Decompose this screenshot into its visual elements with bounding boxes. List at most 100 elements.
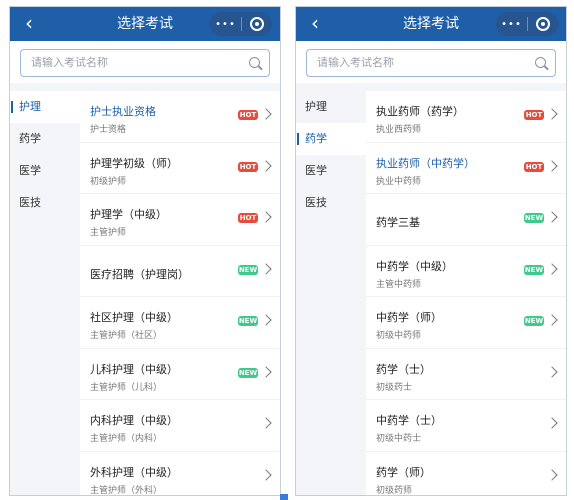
exam-title: 中药学（师） <box>376 311 442 324</box>
sidebar-item-nursing[interactable]: 护理 <box>10 91 80 123</box>
list-item[interactable]: 社区护理（中级） 主管护师（社区） NEW <box>80 297 280 349</box>
chevron-right-icon <box>546 468 558 481</box>
exam-title: 执业药师（药学） <box>376 105 464 118</box>
chevron-right-icon <box>546 417 558 429</box>
chevron-right-icon <box>260 314 272 326</box>
chevron-right-icon <box>260 417 272 429</box>
new-badge: NEW <box>524 213 544 223</box>
exam-title: 外科护理（中级） <box>90 465 178 479</box>
exam-title: 儿科护理（中级） <box>90 362 178 376</box>
exam-title: 中药学（中级） <box>376 259 453 273</box>
new-badge: NEW <box>238 367 258 378</box>
title-bar: ‹ 选择考试 ••• <box>10 7 280 41</box>
search-box[interactable]: 请输入考试名称 <box>306 49 556 77</box>
chevron-right-icon <box>260 468 272 481</box>
exam-title: 中药学（士） <box>376 414 442 427</box>
more-icon[interactable]: ••• <box>496 19 527 30</box>
list-item[interactable]: 药学（士） 初级药士 <box>366 349 566 400</box>
search-input[interactable]: 请输入考试名称 <box>317 50 394 76</box>
chevron-right-icon <box>546 262 558 275</box>
exam-title: 执业药师（中药学） <box>376 156 475 170</box>
list-item[interactable]: 药学三基 NEW <box>366 194 566 246</box>
list-item[interactable]: 执业药师（药学） 执业西药师 HOT <box>366 91 566 143</box>
new-badge: NEW <box>524 264 544 275</box>
exam-subtitle: 初级护师 <box>90 176 127 187</box>
chevron-right-icon <box>260 211 272 223</box>
sidebar-item-pharmacy[interactable]: 药学 <box>296 123 366 155</box>
exam-title: 护士执业资格 <box>90 105 156 118</box>
hot-badge: HOT <box>238 161 258 172</box>
exam-title: 医疗招聘（护理岗） <box>90 267 189 281</box>
hot-badge: HOT <box>524 161 544 172</box>
exam-subtitle: 初级药师 <box>376 485 413 496</box>
chevron-right-icon <box>260 108 272 120</box>
chevron-right-icon <box>546 365 558 378</box>
sidebar-item-medicine[interactable]: 医学 <box>10 155 80 187</box>
more-icon[interactable]: ••• <box>210 19 241 30</box>
exam-list: 执业药师（药学） 执业西药师 HOT 执业药师（中药学） 执业中药师 HOT 药… <box>366 91 566 495</box>
search-icon[interactable] <box>249 57 260 68</box>
mini-program-capsule: ••• <box>496 12 558 36</box>
new-badge: NEW <box>238 316 258 326</box>
exam-title: 药学（士） <box>376 362 431 376</box>
list-item[interactable]: 儿科护理（中级） 主管护师（儿科） NEW <box>80 349 280 400</box>
exam-subtitle: 主管护师 <box>90 228 127 238</box>
list-item[interactable]: 护士执业资格 护士资格 HOT <box>80 91 280 143</box>
chevron-right-icon <box>546 314 558 326</box>
close-target-icon[interactable] <box>528 17 558 31</box>
sidebar-item-nursing[interactable]: 护理 <box>296 91 366 123</box>
list-item[interactable]: 药学（师） 初级药师 <box>366 452 566 496</box>
exam-subtitle: 执业中药师 <box>376 176 422 187</box>
mini-program-capsule: ••• <box>210 12 272 36</box>
chevron-right-icon <box>260 365 272 378</box>
exam-subtitle: 初级中药师 <box>376 331 422 341</box>
chevron-right-icon <box>546 159 558 172</box>
section-divider <box>10 83 280 91</box>
hot-badge: HOT <box>238 110 258 120</box>
list-item[interactable]: 中药学（中级） 主管中药师 NEW <box>366 246 566 297</box>
list-item[interactable]: 外科护理（中级） 主管护师（外科） <box>80 452 280 496</box>
exam-subtitle: 主管护师（外科） <box>90 485 163 496</box>
sidebar-item-medicine[interactable]: 医学 <box>296 155 366 187</box>
left-screen: ‹ 选择考试 ••• 请输入考试名称 护理 药学 医学 医技 护士执业资格 护士… <box>9 6 281 496</box>
section-divider <box>296 83 566 91</box>
category-sidebar: 护理 药学 医学 医技 <box>10 91 80 495</box>
list-item[interactable]: 中药学（士） 初级中药士 <box>366 400 566 452</box>
exam-title: 内科护理（中级） <box>90 414 178 427</box>
exam-subtitle: 护士资格 <box>90 125 127 135</box>
scroll-handle[interactable] <box>280 494 288 500</box>
list-item[interactable]: 护理学（中级） 主管护师 HOT <box>80 194 280 246</box>
exam-title: 药学三基 <box>376 216 420 229</box>
exam-title: 护理学初级（师） <box>90 156 178 170</box>
chevron-right-icon <box>546 108 558 120</box>
list-item[interactable]: 护理学初级（师） 初级护师 HOT <box>80 143 280 194</box>
search-box[interactable]: 请输入考试名称 <box>20 49 270 77</box>
sidebar-item-medical-tech[interactable]: 医技 <box>296 187 366 219</box>
close-target-icon[interactable] <box>242 17 272 31</box>
search-icon[interactable] <box>535 57 546 68</box>
exam-subtitle: 初级中药士 <box>376 434 422 444</box>
exam-title: 护理学（中级） <box>90 208 167 221</box>
exam-list: 护士执业资格 护士资格 HOT 护理学初级（师） 初级护师 HOT 护理学（中级… <box>80 91 280 495</box>
exam-title: 社区护理（中级） <box>90 311 178 324</box>
search-input[interactable]: 请输入考试名称 <box>31 50 108 76</box>
list-item[interactable]: 中药学（师） 初级中药师 NEW <box>366 297 566 349</box>
list-item[interactable]: 医疗招聘（护理岗） NEW <box>80 246 280 297</box>
hot-badge: HOT <box>238 213 258 223</box>
exam-subtitle: 主管护师（儿科） <box>90 382 163 393</box>
exam-title: 药学（师） <box>376 465 431 479</box>
right-screen: ‹ 选择考试 ••• 请输入考试名称 护理 药学 医学 医技 执业药师（药学） … <box>295 6 567 496</box>
exam-subtitle: 初级药士 <box>376 382 413 393</box>
list-item[interactable]: 执业药师（中药学） 执业中药师 HOT <box>366 143 566 194</box>
sidebar-item-pharmacy[interactable]: 药学 <box>10 123 80 155</box>
category-sidebar: 护理 药学 医学 医技 <box>296 91 366 495</box>
list-item[interactable]: 内科护理（中级） 主管护师（内科） <box>80 400 280 452</box>
exam-subtitle: 主管护师（社区） <box>90 331 163 341</box>
exam-subtitle: 执业西药师 <box>376 125 422 135</box>
new-badge: NEW <box>238 264 258 275</box>
sidebar-item-medical-tech[interactable]: 医技 <box>10 187 80 219</box>
hot-badge: HOT <box>524 110 544 120</box>
chevron-right-icon <box>546 211 558 223</box>
exam-subtitle: 主管中药师 <box>376 279 422 290</box>
chevron-right-icon <box>260 159 272 172</box>
